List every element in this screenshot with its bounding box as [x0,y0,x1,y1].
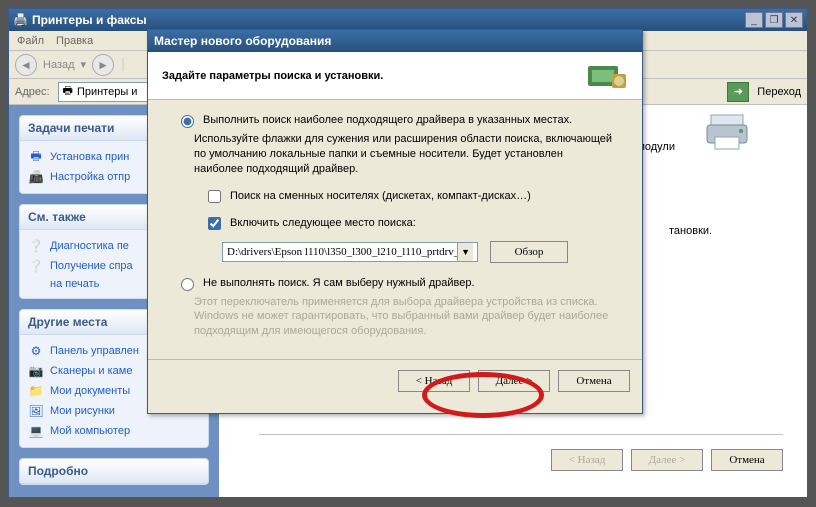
path-value: D:\drivers\Epson l110\l350_l300_l210_l11… [227,246,457,258]
controlpanel-icon: ⚙ [28,343,44,359]
dialog-body: Выполнить поиск наиболее подходящего дра… [148,100,642,339]
bg-back-button: < Назад [551,449,623,471]
printer-icon: 🖶 [63,82,73,101]
sidebar-item-label: Мои рисунки [50,405,115,417]
minimize-button[interactable]: _ [745,12,763,28]
address-label: Адрес: [15,86,50,98]
bg-next-button: Далее > [631,449,703,471]
printer-icon: 🖨️ [13,13,28,27]
camera-icon: 📷 [28,363,44,379]
go-label[interactable]: Переход [757,86,801,98]
manual-desc: Этот переключатель применяется для выбор… [194,295,614,340]
cancel-button[interactable]: Отмена [558,370,630,392]
bg-cancel-button[interactable]: Отмена [711,449,783,471]
radio-manual-label[interactable]: Не выполнять поиск. Я сам выберу нужный … [203,277,475,289]
help-icon: ❔ [28,238,44,254]
sidebar-item-label: Панель управлен [50,345,139,357]
chevron-down-icon[interactable]: ▼ [457,243,473,261]
sidebar-details: Подробно [19,458,209,485]
paper-icon [715,137,739,149]
menu-edit[interactable]: Правка [56,35,93,47]
browse-button[interactable]: Обзор [490,241,568,263]
bg-wizard-buttons: < Назад Далее > Отмена [259,434,783,474]
sidebar-item-label: Получение спра [50,260,133,272]
sidebar-item-label: Сканеры и каме [50,365,132,377]
dialog-title: Мастер нового оборудования [154,34,331,48]
radio-manual[interactable] [181,278,194,291]
window-titlebar[interactable]: 🖨️ Принтеры и факсы _ ❐ ✕ [9,9,807,31]
address-input[interactable]: 🖶 Принтеры и [58,82,148,102]
dialog-header: Задайте параметры поиска и установки. [148,52,642,100]
computer-icon: 💻 [28,423,44,439]
next-button[interactable]: Далее > [478,370,550,392]
sidebar-item-label: Установка прин [50,151,129,163]
path-combobox[interactable]: D:\drivers\Epson l110\l350_l300_l210_l11… [222,242,478,262]
go-button[interactable]: ➜ [727,82,749,102]
menu-file[interactable]: Файл [17,35,44,47]
address-value: Принтеры и [77,86,138,98]
install-hint: тановки. [669,225,789,237]
printer-top-icon [711,115,743,125]
sidebar-item-label: Мои документы [50,385,130,397]
wizard-dialog: Мастер нового оборудования Задайте парам… [147,29,643,414]
forward-nav-button[interactable]: ► [92,54,114,76]
radio-auto-search[interactable] [181,115,194,128]
picture-icon: 🖼 [28,403,44,419]
checkbox-removable-label[interactable]: Поиск на сменных носителях (дискетах, ко… [230,190,531,202]
sidebar-details-header[interactable]: Подробно [20,459,208,484]
window-title: Принтеры и факсы [28,13,745,27]
dialog-titlebar[interactable]: Мастер нового оборудования [148,30,642,52]
sidebar-item-label: Мой компьютер [50,425,130,437]
folder-icon: 📁 [28,383,44,399]
sidebar-item-label: на печать [50,278,99,290]
auto-desc: Используйте флажки для сужения или расши… [194,132,614,177]
back-button[interactable]: < Назад [398,370,470,392]
maximize-button[interactable]: ❐ [765,12,783,28]
help-icon: ❔ [28,258,44,274]
dialog-header-text: Задайте параметры поиска и установки. [162,70,383,82]
chevron-down-icon[interactable]: ▾ [81,58,87,71]
checkbox-include-label[interactable]: Включить следующее место поиска: [230,217,416,229]
back-label[interactable]: Назад [43,59,75,71]
printer-shortcut[interactable] [677,111,777,154]
hardware-icon [584,58,628,94]
close-button[interactable]: ✕ [785,12,803,28]
back-nav-button[interactable]: ◄ [15,54,37,76]
checkbox-include-location[interactable] [208,217,221,230]
sidebar-item-label: Диагностика пе [50,240,129,252]
radio-auto-label[interactable]: Выполнить поиск наиболее подходящего дра… [203,114,572,126]
printer-icon: 🖶 [28,149,44,165]
fax-icon: 📠 [28,169,44,185]
checkbox-removable[interactable] [208,190,221,203]
dialog-buttons: < Назад Далее > Отмена [148,360,642,402]
sidebar-item-mycomputer[interactable]: 💻 Мой компьютер [28,421,200,441]
sidebar-item-label: Настройка отпр [50,171,130,183]
